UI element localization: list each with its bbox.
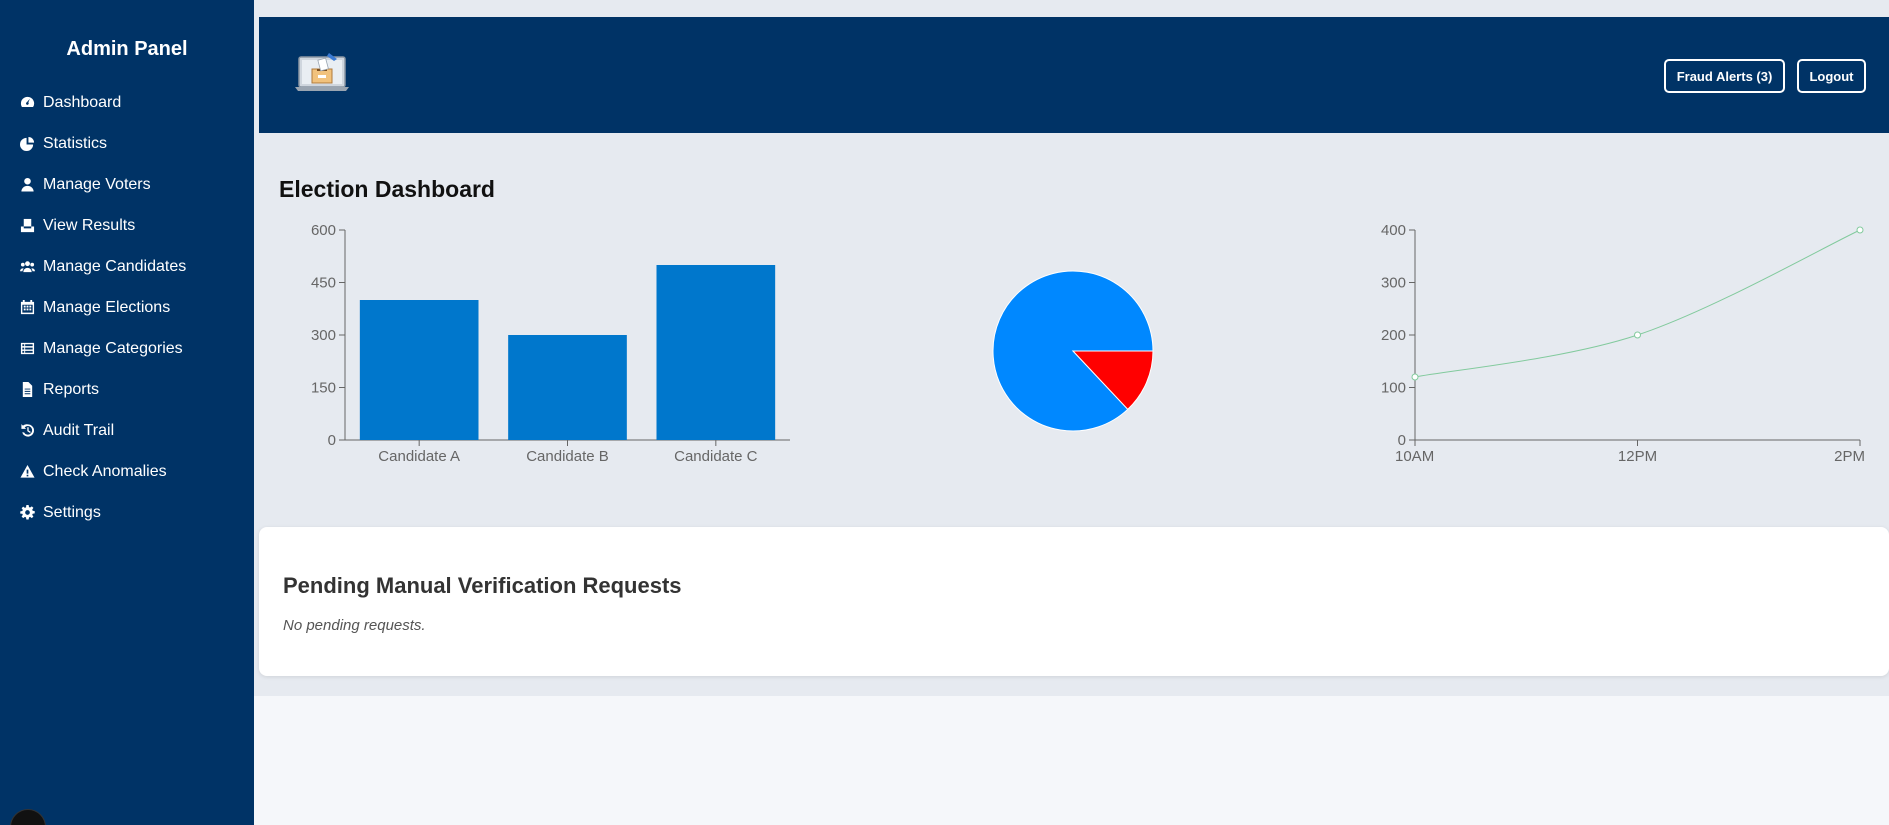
- vote-box-icon: [19, 218, 35, 234]
- sidebar-item-label: Statistics: [43, 134, 108, 152]
- logout-button[interactable]: Logout: [1797, 59, 1866, 93]
- user-icon: [19, 177, 35, 193]
- data-point: [1634, 331, 1641, 339]
- sidebar-item-label: View Results: [43, 216, 136, 234]
- x-tick-label: 12PM: [1618, 448, 1657, 465]
- x-tick-label: 2PM: [1834, 448, 1865, 465]
- verification-empty-text: No pending requests.: [283, 617, 426, 634]
- y-tick-label: 100: [1381, 380, 1406, 397]
- data-point: [1856, 226, 1864, 234]
- x-tick-label: Candidate A: [378, 448, 460, 465]
- sidebar-item-settings[interactable]: Settings: [0, 492, 254, 533]
- x-tick-label: Candidate C: [674, 448, 758, 465]
- votes-pie-chart: [990, 268, 1156, 434]
- sidebar-item-audit-trail[interactable]: Audit Trail: [0, 410, 254, 451]
- y-tick-label: 0: [1398, 432, 1406, 449]
- sidebar-item-label: Check Anomalies: [43, 462, 167, 480]
- page-title: Election Dashboard: [279, 176, 495, 202]
- sidebar-item-label: Manage Elections: [43, 298, 171, 316]
- sidebar-item-statistics[interactable]: Statistics: [0, 123, 254, 164]
- votes-bar-chart: 0 150 300 450 600 Candidate A Candidate B Candi…: [290, 222, 800, 468]
- sidebar-item-label: Audit Trail: [43, 421, 115, 439]
- y-tick-label: 400: [1381, 222, 1406, 239]
- ballot-laptop-icon: [293, 49, 351, 99]
- line-chart-svg: 0 100 200 300 400 10AM 12PM 2PM: [1381, 222, 1865, 465]
- calendar-icon: [19, 300, 35, 316]
- y-tick-label: 0: [328, 432, 336, 449]
- floating-toggle-button[interactable]: [10, 809, 46, 825]
- tachometer-icon: [19, 95, 35, 111]
- sidebar-item-manage-candidates[interactable]: Manage Candidates: [0, 246, 254, 287]
- turnout-line-chart: 0 100 200 300 400 10AM 12PM 2PM: [1370, 222, 1880, 468]
- sidebar-item-reports[interactable]: Reports: [0, 369, 254, 410]
- x-tick-label: 10AM: [1395, 448, 1434, 465]
- sidebar-item-label: Manage Categories: [43, 339, 183, 357]
- y-tick-label: 300: [1381, 275, 1406, 292]
- history-icon: [19, 423, 35, 439]
- pie-chart-svg: [992, 270, 1154, 432]
- sidebar-item-check-anomalies[interactable]: Check Anomalies: [0, 451, 254, 492]
- sidebar-item-label: Manage Candidates: [43, 257, 187, 275]
- bar-chart-svg: 0 150 300 450 600 Candidate A Candidate B Candi…: [311, 222, 790, 465]
- y-tick-label: 200: [1381, 327, 1406, 344]
- data-point: [1411, 373, 1419, 381]
- pie-chart-icon: [19, 136, 35, 152]
- bar: [359, 300, 479, 440]
- y-tick-label: 300: [311, 327, 336, 344]
- verification-title: Pending Manual Verification Requests: [283, 573, 682, 598]
- warning-icon: [19, 464, 35, 480]
- sidebar: Admin Panel Dashboard Statistics Manage …: [0, 0, 254, 825]
- series-line: [1414, 229, 1861, 378]
- fraud-alerts-button[interactable]: Fraud Alerts (3): [1664, 59, 1785, 93]
- sidebar-item-label: Settings: [43, 503, 101, 521]
- sidebar-item-label: Reports: [43, 380, 100, 398]
- sidebar-item-manage-categories[interactable]: Manage Categories: [0, 328, 254, 369]
- verification-card: Pending Manual Verification Requests No …: [259, 527, 1889, 676]
- y-tick-label: 450: [311, 275, 336, 292]
- sidebar-item-manage-voters[interactable]: Manage Voters: [0, 164, 254, 205]
- users-icon: [19, 259, 35, 275]
- y-tick-label: 150: [311, 380, 336, 397]
- bar: [656, 265, 776, 440]
- sidebar-item-label: Manage Voters: [43, 175, 151, 193]
- sidebar-item-dashboard[interactable]: Dashboard: [0, 82, 254, 123]
- sidebar-item-label: Dashboard: [43, 93, 122, 111]
- y-tick-label: 600: [311, 222, 336, 239]
- sidebar-item-manage-elections[interactable]: Manage Elections: [0, 287, 254, 328]
- sidebar-title: Admin Panel: [66, 38, 188, 60]
- sidebar-nav: Dashboard Statistics Manage Voters View …: [0, 82, 254, 533]
- sidebar-item-view-results[interactable]: View Results: [0, 205, 254, 246]
- x-tick-label: Candidate B: [526, 448, 609, 465]
- gear-icon: [19, 505, 35, 521]
- file-icon: [19, 382, 35, 398]
- bar: [508, 335, 627, 440]
- list-icon: [19, 341, 35, 357]
- top-header: Fraud Alerts (3) Logout: [259, 17, 1889, 133]
